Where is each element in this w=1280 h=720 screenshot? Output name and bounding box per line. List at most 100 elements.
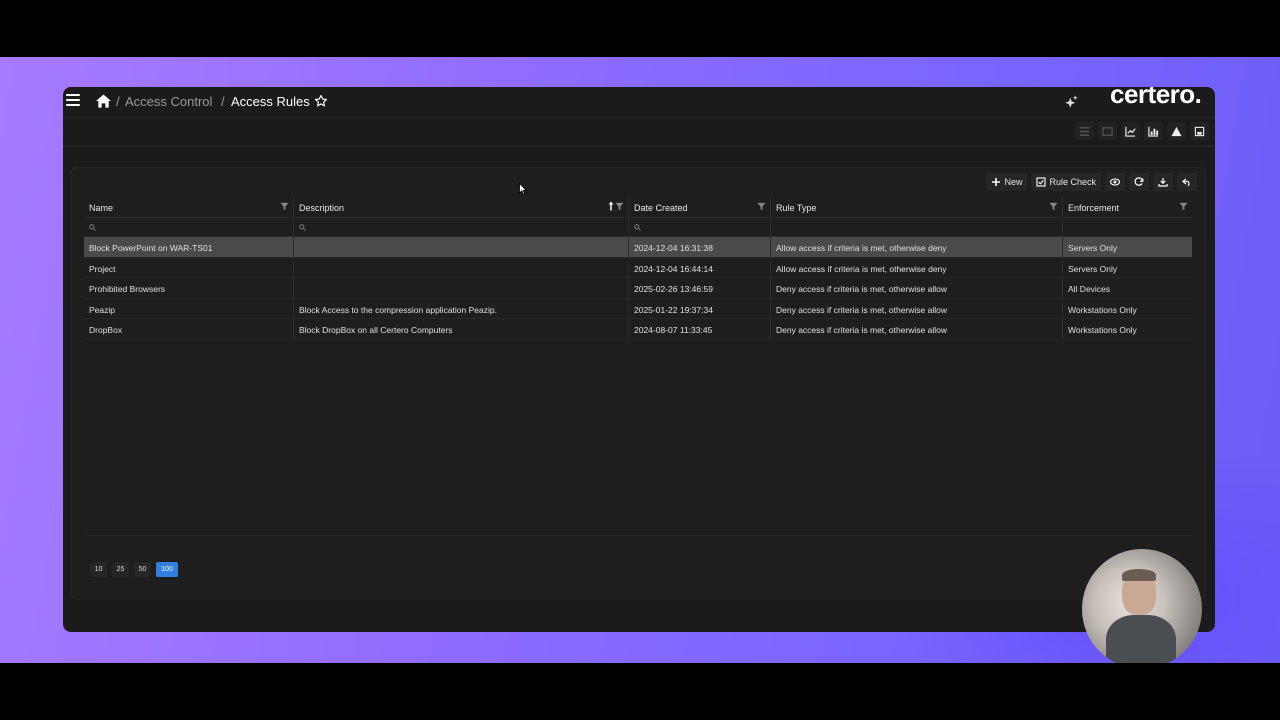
card-view-button[interactable] [1098, 122, 1117, 140]
grid-toolbar: New Rule Check [986, 173, 1197, 191]
top-bar: / Access Control / Access Rules certero. [63, 87, 1215, 117]
table-header: Name Description Date Created Rule Type … [84, 196, 1192, 218]
favorite-star-icon[interactable] [314, 94, 328, 108]
cell-description [294, 237, 629, 257]
filter-icon[interactable] [615, 202, 624, 211]
cell-date-created: 2024-12-04 16:44:14 [629, 257, 771, 277]
cell-enforcement: Servers Only [1068, 263, 1118, 274]
filter-cell-rule-type [771, 218, 1063, 236]
cell-name: DropBox [84, 319, 294, 339]
presenter-body [1106, 615, 1176, 663]
presenter-hair [1122, 569, 1156, 581]
cell-rule-type: Deny access if criteria is met, otherwis… [771, 298, 1063, 318]
undo-icon [1182, 178, 1190, 187]
column-header-date-created[interactable]: Date Created [629, 196, 771, 217]
app-window: / Access Control / Access Rules certero.… [63, 87, 1215, 632]
filter-icon[interactable] [757, 202, 766, 211]
page-size-100[interactable]: 100 [156, 562, 178, 577]
divider [63, 117, 1215, 118]
cell-enforcement: All Devices [1068, 284, 1111, 294]
search-icon [89, 224, 96, 231]
column-header-rule-type[interactable]: Rule Type [771, 196, 1063, 217]
search-icon [299, 224, 306, 231]
line-chart-button[interactable] [1121, 122, 1140, 140]
table-row[interactable]: DropBox Block DropBox on all Certero Com… [84, 319, 1192, 340]
list-view-button[interactable] [1075, 122, 1094, 140]
save-icon [1194, 126, 1205, 136]
bar-chart-button[interactable] [1144, 122, 1163, 140]
filter-row [84, 218, 1192, 237]
download-button[interactable] [1153, 173, 1173, 191]
checkbox-icon [1036, 177, 1047, 187]
undo-button[interactable] [1177, 173, 1197, 191]
rule-check-label: Rule Check [1049, 177, 1096, 187]
table-row[interactable]: Prohibited Browsers 2025-02-26 13:46:59 … [84, 278, 1192, 299]
filter-icon[interactable] [1049, 202, 1058, 211]
cell-rule-type: Deny access if criteria is met, otherwis… [771, 319, 1063, 339]
cell-date-created: 2024-08-07 11:33:45 [629, 319, 771, 339]
cell-name: Block PowerPoint on WAR-TS01 [84, 237, 294, 257]
list-icon [1079, 126, 1090, 136]
breadcrumb-separator: / [116, 94, 120, 109]
video-background: / Access Control / Access Rules certero.… [0, 57, 1280, 663]
home-icon[interactable] [96, 94, 111, 108]
table-row[interactable]: Project 2024-12-04 16:44:14 Allow access… [84, 257, 1192, 278]
filter-input-date-created[interactable] [629, 218, 771, 236]
breadcrumb-access-control[interactable]: Access Control [125, 94, 212, 109]
filter-input-name[interactable] [84, 218, 294, 236]
breadcrumb-separator: / [221, 94, 225, 109]
alert-button[interactable] [1167, 122, 1186, 140]
view-toolbar [1075, 122, 1209, 140]
cell-description [294, 257, 629, 277]
table-row[interactable]: Peazip Block Access to the compression a… [84, 298, 1192, 319]
cell-name: Prohibited Browsers [84, 278, 294, 298]
warning-icon [1171, 126, 1182, 136]
column-label: Rule Type [776, 203, 817, 213]
new-button[interactable]: New [986, 173, 1028, 191]
bar-chart-icon [1148, 126, 1159, 137]
cell-enforcement: Workstations Only [1068, 304, 1137, 315]
column-label: Date Created [634, 203, 688, 213]
page-title: Access Rules [231, 94, 310, 109]
column-header-name[interactable]: Name [84, 196, 294, 217]
cell-rule-type: Allow access if criteria is met, otherwi… [771, 257, 1063, 277]
line-chart-icon [1125, 126, 1136, 137]
save-view-button[interactable] [1190, 122, 1209, 140]
cell-rule-type: Deny access if criteria is met, otherwis… [771, 278, 1063, 298]
search-icon [634, 224, 641, 231]
toggle-visibility-button[interactable] [1105, 173, 1125, 191]
sort-ascending-icon[interactable] [608, 201, 614, 211]
menu-icon[interactable] [66, 94, 80, 108]
refresh-icon [1134, 177, 1144, 186]
page-size-25[interactable]: 25 [112, 562, 129, 577]
page-size-10[interactable]: 10 [90, 562, 107, 577]
cell-description: Block Access to the compression applicat… [294, 298, 629, 318]
table-footer-divider [84, 535, 1192, 536]
cell-description: Block DropBox on all Certero Computers [294, 319, 629, 339]
filter-icon[interactable] [1179, 202, 1188, 211]
cell-date-created: 2025-01-22 19:37:34 [629, 298, 771, 318]
table-row[interactable]: Block PowerPoint on WAR-TS01 2024-12-04 … [84, 237, 1192, 258]
new-button-label: New [1004, 177, 1023, 187]
cell-name: Project [84, 257, 294, 277]
rules-table: Name Description Date Created Rule Type … [84, 196, 1192, 340]
rules-panel: New Rule Check Name Description Date Cre… [71, 167, 1206, 599]
page-size-50[interactable]: 50 [134, 562, 151, 577]
filter-input-description[interactable] [294, 218, 629, 236]
filter-cell-enforcement [1063, 218, 1192, 236]
mouse-cursor-icon [519, 183, 527, 195]
column-header-enforcement[interactable]: Enforcement [1063, 196, 1192, 217]
rule-check-button[interactable]: Rule Check [1031, 173, 1101, 191]
brand-logo: certero. [1110, 87, 1202, 109]
cell-enforcement: Servers Only [1068, 243, 1118, 253]
ai-sparkle-icon[interactable] [1064, 94, 1079, 109]
presenter-webcam [1082, 549, 1202, 663]
column-header-description[interactable]: Description [294, 196, 629, 217]
cell-date-created: 2024-12-04 16:31:38 [629, 237, 771, 257]
refresh-button[interactable] [1129, 173, 1149, 191]
filter-icon[interactable] [280, 202, 289, 211]
download-icon [1158, 178, 1168, 187]
letterbox-bottom [0, 663, 1280, 720]
cell-date-created: 2025-02-26 13:46:59 [629, 278, 771, 298]
letterbox-top [0, 0, 1280, 57]
